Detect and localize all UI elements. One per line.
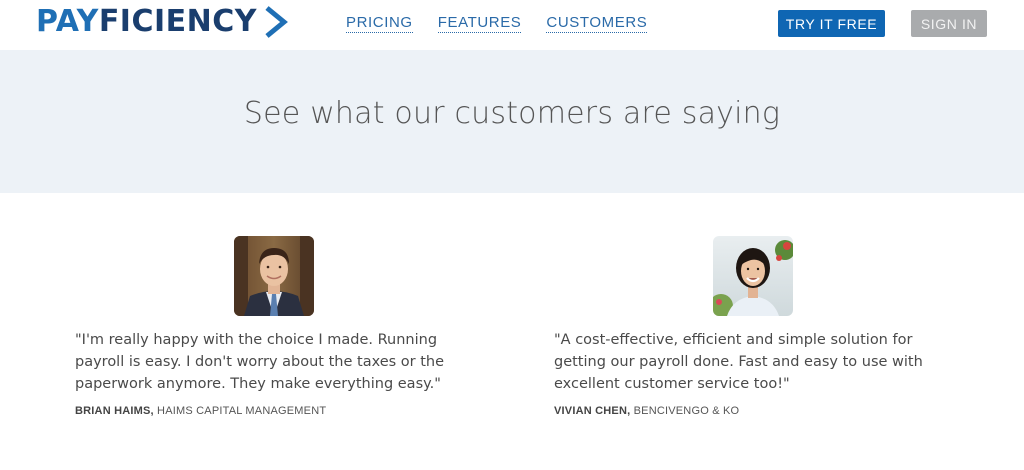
testimonial-quote: "A cost-effective, efficient and simple …: [554, 332, 923, 392]
logo-text-pay: PAY: [36, 4, 99, 39]
avatar: [234, 236, 314, 316]
logo-text: PAYFICIENCY: [36, 4, 257, 40]
testimonial-attribution: BRIAN HAIMS, HAIMS CAPITAL MANAGEMENT: [75, 405, 326, 417]
testimonial-author-company: BENCIVENGO & KO: [630, 405, 740, 417]
sign-in-button[interactable]: SIGN IN: [911, 10, 987, 37]
hero-banner: See what our customers are saying: [0, 50, 1024, 193]
testimonial-quote: "I'm really happy with the choice I made…: [75, 332, 445, 392]
avatar: [713, 236, 793, 316]
payficiency-logo[interactable]: PAYFICIENCY: [36, 4, 289, 40]
testimonial-author-company: HAIMS CAPITAL MANAGEMENT: [153, 405, 327, 417]
woman-portrait-image: [713, 236, 793, 316]
nav-features-link[interactable]: FEATURES: [437, 14, 522, 33]
logo-text-ficiency: FICIENCY: [98, 4, 257, 39]
testimonial-attribution: VIVIAN CHEN, BENCIVENGO & KO: [554, 405, 739, 417]
chevron-right-icon: [265, 6, 288, 38]
try-it-free-button[interactable]: TRY IT FREE: [778, 10, 885, 37]
site-header: PAYFICIENCY PRICING FEATURES CUSTOMERS T…: [0, 0, 1024, 50]
nav-pricing-link[interactable]: PRICING: [346, 14, 413, 33]
man-portrait-image: [234, 236, 314, 316]
testimonial-author-name: VIVIAN CHEN,: [554, 405, 631, 417]
main-nav: PRICING FEATURES CUSTOMERS: [346, 14, 648, 33]
hero-title: See what our customers are saying: [243, 96, 781, 131]
nav-customers-link[interactable]: CUSTOMERS: [546, 14, 648, 33]
testimonial-author-name: BRIAN HAIMS,: [75, 405, 154, 417]
